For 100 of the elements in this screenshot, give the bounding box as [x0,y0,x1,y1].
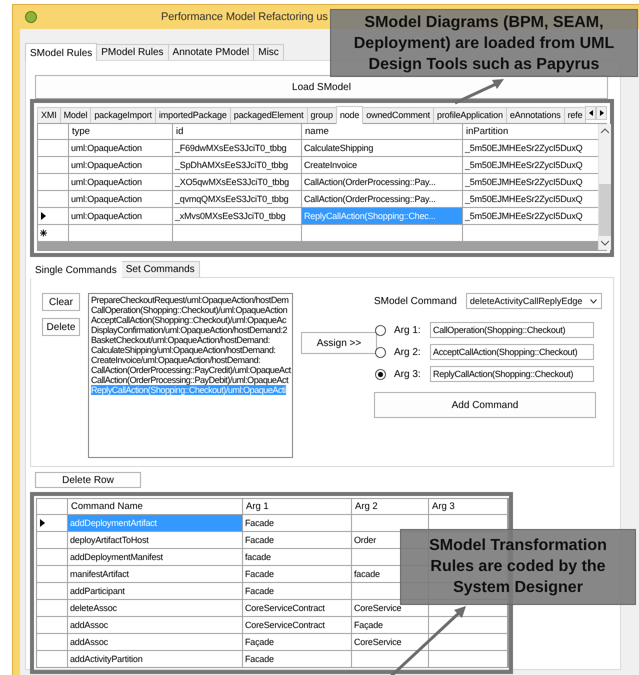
field-label: Arg 2: [394,346,422,358]
column-header: type [69,124,172,139]
column-header: Arg 1 [243,499,351,514]
table-cell: facade [243,549,351,565]
input-field[interactable]: AcceptCallAction(Shopping::Checkout) [430,344,594,360]
delete-row-button[interactable]: Delete Row [35,472,141,488]
caret-right-icon [598,110,604,116]
assign-button[interactable]: Assign >> [301,332,377,354]
table-cell: CoreService [352,634,428,650]
radio-button[interactable] [375,368,386,380]
table-cell: manifestArtifact [68,566,242,582]
command-dropdown[interactable]: deleteActivityCallReplyEdge [466,293,602,309]
tab[interactable]: packagedElement [230,107,308,123]
column-header: Arg 3 [429,499,507,514]
row-header[interactable] [38,225,68,241]
table-cell: addAssoc [68,617,242,633]
asterisk-icon [40,229,47,237]
table-cell: _5m50EJMHEeSr2ZycI5DuxQ [463,157,598,173]
annotation-tooltip: SModel Transformation Rules are coded by the System Designer [400,529,636,605]
field-label: Arg 1: [394,324,422,336]
scroll-left-button[interactable] [585,106,596,120]
table-cell: addAssoc [68,634,242,650]
table-cell: Facade [243,566,351,582]
table-cell: uml:OpaqueAction [69,191,172,207]
column-header: Arg 2 [352,499,428,514]
tab[interactable]: node [336,106,364,124]
input-field[interactable]: ReplyCallAction(Shopping::Checkout) [430,366,594,382]
table-cell: _xMvs0MXsEeS3JciT0_tbbg [173,208,301,224]
table-cell: CallAction(OrderProcessing::Pay... [302,191,462,207]
tab[interactable]: SModel Rules [25,43,98,61]
list-item[interactable]: BasketCheckout/uml:OpaqueAction/hostDemand: [91,335,270,345]
column-header: inPartition [463,124,598,139]
table-cell: uml:OpaqueAction [69,140,172,156]
tab[interactable]: eAnnotations [506,107,565,123]
table-cell: CallAction(OrderProcessing::Pay... [302,174,462,190]
tab[interactable]: group [306,107,337,123]
radio-button[interactable] [375,324,386,336]
scrollbar-thumb[interactable] [599,184,611,236]
list-item[interactable]: AcceptCallAction(Shopping::Checkout)/uml:OpaqueAc [91,315,286,325]
table-cell: Facade [243,532,351,548]
list-item[interactable]: CallAction(OrderProcessing::PayCredit)/uml:OpaqueAct [91,365,291,375]
table-cell: _F69dwMXsEeS3JciT0_tbbg [173,140,301,156]
table-cell: addDeploymentArtifact [68,515,242,531]
tab[interactable]: refe [564,107,586,123]
caret-left-icon [588,110,594,116]
column-header: Command Name [68,499,242,514]
table-cell: Façade [352,617,428,633]
column-header: name [302,124,462,139]
scrollbar[interactable] [598,124,611,250]
table-cell: _XO5qwMXsEeS3JciT0_tbbg [173,174,301,190]
tab[interactable]: profileApplication [432,107,507,123]
list-item[interactable]: PrepareCheckoutRequest/uml:OpaqueAction/hostDem [91,295,288,305]
add-command-button[interactable]: Add Command [374,392,596,418]
input-field[interactable]: CallOperation(Shopping::Checkout) [430,322,594,338]
current-row-icon [40,212,47,220]
table-cell: deleteAssoc [68,600,242,616]
table-cell: CoreServiceContract [243,617,351,633]
tab[interactable]: XMI [37,107,61,123]
app-icon [25,11,37,23]
tab[interactable]: importedPackage [154,107,231,123]
list-item[interactable]: DisplayConfirmation/uml:OpaqueAction/hostDemand:2 [91,325,288,335]
list-item[interactable]: CalculateShipping/uml:OpaqueAction/hostDemand: [91,345,276,355]
delete-button[interactable]: Delete [42,318,80,336]
caret-icon [590,298,597,304]
annotation-tooltip: SModel Diagrams (BPM, SEAM, Deployment) are loaded from UML Design Tools such as Papyrus [330,9,638,77]
tab[interactable]: ownedComment [362,107,434,123]
table-cell: addDeploymentManifest [68,549,242,565]
row-header[interactable] [38,208,68,224]
table-cell: deployArtifactToHost [68,532,242,548]
table-cell: _5m50EJMHEeSr2ZycI5DuxQ [463,208,598,224]
tab[interactable]: Single Commands [30,260,122,278]
current-row-icon [39,519,46,527]
table-cell: Facade [243,651,351,667]
radio-button[interactable] [375,346,386,358]
command-list[interactable] [88,293,293,458]
table-cell: uml:OpaqueAction [69,208,172,224]
tab[interactable]: Model [60,107,92,123]
table-cell: _SpDhAMXsEeS3JciT0_tbbg [173,157,301,173]
field-label: SModel Command [374,296,457,306]
table-cell: Façade [243,634,351,650]
row-header[interactable] [37,515,67,531]
tab[interactable]: packageImport [90,107,156,123]
tab[interactable]: Set Commands [120,261,200,277]
table-cell: uml:OpaqueAction [69,174,172,190]
tab[interactable]: Misc [253,44,284,60]
table-cell: ReplyCallAction(Shopping::Chec... [302,208,462,224]
list-item[interactable]: CreateInvoice/uml:OpaqueAction/hostDemand: [91,355,260,365]
scroll-right-button[interactable] [596,106,607,120]
field-label: Arg 3: [394,368,422,380]
table-cell: Facade [243,515,351,531]
clear-button[interactable]: Clear [42,293,80,311]
table-cell: Facade [243,583,351,599]
list-item[interactable]: CallOperation(Shopping::Checkout)/uml:OpaqueAction [91,305,288,315]
caret-up-icon [601,128,609,134]
list-item[interactable]: CallAction(OrderProcessing::PayDebit)/uml:OpaqueAct [91,375,288,385]
table-cell: addParticipant [68,583,242,599]
window-title: Performance Model Refactoring us [161,11,328,23]
caret-down-icon [601,240,609,246]
load-button[interactable]: Load SModel [35,75,608,99]
table-cell: CreateInvoice [302,157,462,173]
